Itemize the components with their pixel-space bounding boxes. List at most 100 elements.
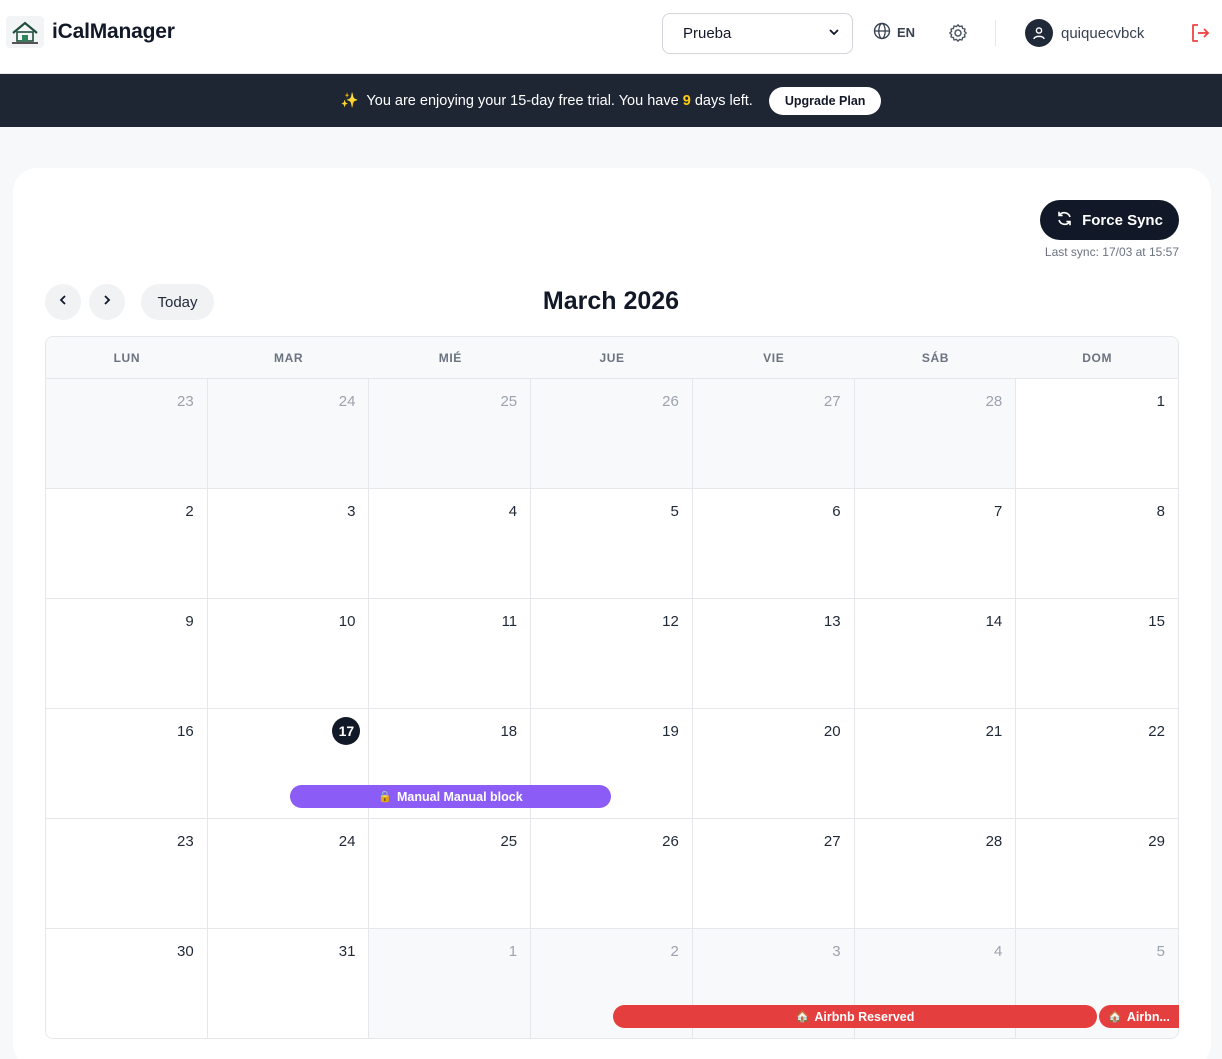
- day-number: 2: [670, 943, 679, 960]
- day-number: 16: [177, 723, 194, 740]
- day-number: 26: [662, 393, 679, 410]
- day-cell[interactable]: 7: [854, 489, 1017, 599]
- day-cell[interactable]: 29: [1016, 819, 1178, 929]
- day-number: 24: [338, 833, 356, 850]
- trial-message: ✨ You are enjoying your 15-day free tria…: [341, 92, 753, 109]
- day-cell[interactable]: 8: [1016, 489, 1178, 599]
- day-cell[interactable]: 31: [207, 929, 370, 1038]
- weekday-label: JUE: [599, 350, 625, 365]
- day-number: 31: [338, 943, 356, 960]
- day-number: 7: [993, 503, 1003, 520]
- day-number: 18: [500, 723, 518, 740]
- day-number: 12: [662, 613, 679, 630]
- day-cell[interactable]: 30: [46, 929, 208, 1038]
- language-switcher[interactable]: EN: [873, 22, 915, 43]
- user-icon[interactable]: [1025, 19, 1053, 47]
- day-cell[interactable]: 5: [531, 489, 693, 599]
- day-cell[interactable]: 2: [46, 489, 208, 599]
- day-cell[interactable]: 1: [1016, 379, 1178, 489]
- day-number: 1: [508, 943, 518, 960]
- day-cell[interactable]: 23: [46, 819, 208, 929]
- day-cell[interactable]: 23: [46, 379, 208, 489]
- chevron-down-icon: [828, 25, 840, 42]
- day-number: 10: [338, 613, 356, 630]
- day-number: 25: [500, 393, 518, 410]
- day-number: 26: [662, 833, 679, 850]
- trial-banner: ✨ You are enjoying your 15-day free tria…: [0, 74, 1222, 127]
- event-airbnb-reserved[interactable]: 🏠 Airbnb Reserved: [613, 1005, 1097, 1028]
- day-cell[interactable]: 21: [854, 709, 1017, 819]
- day-cell[interactable]: 4: [369, 489, 532, 599]
- day-number: 2: [185, 503, 194, 520]
- day-number: 27: [823, 833, 841, 850]
- day-cell[interactable]: 28: [854, 379, 1017, 489]
- day-cell[interactable]: 22: [1016, 709, 1178, 819]
- day-cell[interactable]: 16: [46, 709, 208, 819]
- day-cell[interactable]: 26: [531, 819, 693, 929]
- day-cell[interactable]: 26: [531, 379, 693, 489]
- trial-text-after: days left.: [694, 93, 753, 109]
- weekday-label: SÁB: [921, 350, 950, 365]
- day-cell[interactable]: 14: [854, 599, 1017, 709]
- day-number: 13: [823, 613, 841, 630]
- day-number: 23: [177, 833, 194, 850]
- day-cell[interactable]: 28: [854, 819, 1017, 929]
- weekday-label: VIE: [763, 350, 785, 365]
- lock-icon: 🔒: [378, 791, 392, 803]
- day-cell[interactable]: 20: [692, 709, 855, 819]
- today-day-number: 17: [332, 717, 361, 745]
- day-number: 8: [1156, 503, 1165, 520]
- day-number: 19: [662, 723, 679, 740]
- last-sync-text: Last sync: 17/03 at 15:57: [1044, 245, 1179, 259]
- upgrade-plan-button[interactable]: Upgrade Plan: [768, 86, 882, 115]
- username[interactable]: quiquecvbck: [1061, 25, 1144, 42]
- weekday-label: DOM: [1082, 350, 1113, 365]
- language-label: EN: [897, 25, 916, 40]
- app-title: iCalManager: [52, 20, 175, 43]
- logo-icon[interactable]: [6, 16, 44, 48]
- day-number: 24: [338, 393, 356, 410]
- weekday-label: MAR: [274, 350, 304, 365]
- trial-text-before: You are enjoying your 15-day free trial.…: [366, 93, 679, 109]
- day-cell[interactable]: 24: [207, 819, 370, 929]
- gear-icon[interactable]: [946, 21, 970, 45]
- day-number: 25: [500, 833, 518, 850]
- sync-icon: [1056, 210, 1073, 231]
- logout-icon[interactable]: [1188, 21, 1212, 45]
- day-cell[interactable]: 27: [692, 819, 855, 929]
- day-cell[interactable]: 9: [46, 599, 208, 709]
- day-number: 22: [1148, 723, 1165, 740]
- day-cell[interactable]: 13: [692, 599, 855, 709]
- day-number: 14: [985, 613, 1003, 630]
- day-number: 27: [823, 393, 841, 410]
- day-number: 21: [985, 723, 1003, 740]
- day-cell[interactable]: 27: [692, 379, 855, 489]
- month-calendar: LUN MAR MIÉ JUE VIE SÁB DOM 23 24 25 26 27 28 1 2 3 4 5 6…: [45, 336, 1179, 1039]
- day-number: 3: [347, 503, 356, 520]
- day-cell[interactable]: 3: [207, 489, 370, 599]
- day-cell[interactable]: 11: [369, 599, 532, 709]
- day-cell[interactable]: 1: [369, 929, 532, 1038]
- day-cell[interactable]: 25: [369, 819, 532, 929]
- house-icon: 🏠: [1108, 1011, 1122, 1023]
- day-number: 23: [177, 393, 194, 410]
- property-select[interactable]: Prueba: [662, 13, 853, 54]
- day-cell[interactable]: 6: [692, 489, 855, 599]
- day-number: 5: [1156, 943, 1165, 960]
- calendar-grid: 23 24 25 26 27 28 1 2 3 4 5 6 7 8 9 10 11 12 13 14 15 16 17 18 1…: [46, 379, 1178, 1038]
- force-sync-button[interactable]: Force Sync: [1040, 200, 1179, 240]
- weekday-header: LUN MAR MIÉ JUE VIE SÁB DOM: [46, 337, 1178, 379]
- day-cell[interactable]: 10: [207, 599, 370, 709]
- day-cell[interactable]: 12: [531, 599, 693, 709]
- weekday-label: MIÉ: [438, 350, 462, 365]
- event-manual-block[interactable]: 🔒 Manual Manual block: [290, 785, 611, 808]
- day-number: 3: [832, 943, 841, 960]
- day-number: 4: [508, 503, 518, 520]
- day-number: 28: [985, 393, 1003, 410]
- day-cell[interactable]: 25: [369, 379, 532, 489]
- day-cell[interactable]: 15: [1016, 599, 1178, 709]
- globe-icon: [873, 22, 891, 43]
- day-cell[interactable]: 24: [207, 379, 370, 489]
- event-airbnb-reserved-continued[interactable]: 🏠 Airbn...: [1099, 1005, 1179, 1028]
- force-sync-label: Force Sync: [1082, 211, 1163, 229]
